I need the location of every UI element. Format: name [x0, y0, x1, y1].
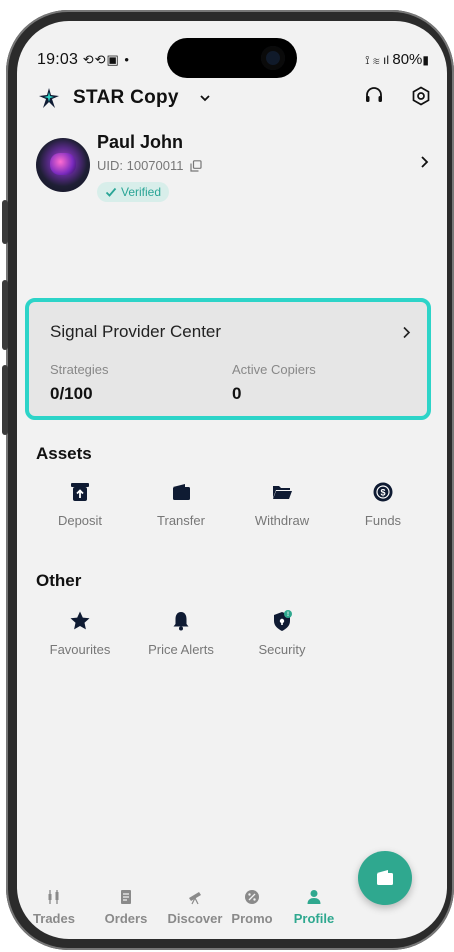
bell-icon — [173, 612, 189, 631]
app-title: STAR Copy — [73, 87, 179, 108]
nav-profile-label: Profile — [293, 911, 335, 926]
nav-trades-label: Trades — [33, 911, 75, 926]
folder-icon — [273, 486, 292, 499]
dynamic-island — [167, 38, 297, 78]
app-switcher[interactable]: STAR Copy — [39, 83, 211, 113]
active-copiers-value: 0 — [232, 384, 242, 403]
strategies-label: Strategies — [50, 362, 109, 377]
camera-icon — [261, 46, 285, 70]
deposit-label: Deposit — [57, 513, 103, 528]
star-logo-icon — [39, 88, 59, 108]
signal-provider-card[interactable]: Signal Provider Center Strategies 0/100 … — [25, 298, 431, 420]
assets-title: Assets — [36, 444, 92, 463]
nav-orders-label: Orders — [104, 911, 148, 926]
status-right: ⟟ ≋ ıl 80%▮ — [365, 51, 429, 68]
side-button — [2, 365, 8, 435]
coin-icon: $ — [373, 482, 393, 502]
notification-icons: ⟲⟲▣ • — [82, 52, 130, 67]
verified-badge: Verified — [97, 182, 170, 202]
chevron-down-icon — [200, 95, 210, 102]
svg-text:!: ! — [287, 612, 289, 618]
withdraw-button[interactable]: Withdraw — [237, 481, 327, 528]
chevron-right-icon — [403, 326, 411, 339]
battery-level: 80% — [392, 51, 423, 68]
chevron-right-icon[interactable] — [419, 155, 429, 169]
side-button — [2, 200, 8, 244]
favourites-button[interactable]: Favourites — [35, 610, 125, 657]
security-button[interactable]: ! Security — [237, 610, 327, 657]
side-button — [2, 280, 8, 350]
transfer-label: Transfer — [157, 513, 205, 528]
wallet-icon — [377, 870, 393, 885]
nav-trades[interactable]: Trades — [19, 889, 89, 926]
withdraw-label: Withdraw — [254, 513, 310, 528]
phone-screen: 19:03 ⟲⟲▣ • ⟟ ≋ ıl 80%▮ STAR Copy Paul J… — [17, 21, 447, 939]
support-headset-icon[interactable] — [363, 85, 385, 107]
profile-name: Paul John — [97, 132, 184, 152]
price-alerts-label: Price Alerts — [148, 642, 214, 657]
nav-orders[interactable]: Orders — [91, 889, 161, 926]
discount-icon — [245, 890, 259, 904]
copy-icon[interactable] — [189, 159, 202, 172]
nav-promo-label: Promo — [231, 911, 273, 926]
deposit-icon — [71, 483, 89, 501]
price-alerts-button[interactable]: Price Alerts — [136, 610, 226, 657]
funds-label: Funds — [364, 513, 402, 528]
battery-icon: ▮ — [422, 53, 429, 67]
user-icon — [307, 890, 321, 904]
signal-provider-title: Signal Provider Center — [50, 322, 222, 341]
profile-uid: UID: 10070011 — [97, 158, 202, 173]
settings-gear-icon[interactable] — [411, 86, 431, 106]
favourites-label: Favourites — [49, 642, 111, 657]
transfer-button[interactable]: Transfer — [136, 481, 226, 528]
telescope-icon — [189, 892, 201, 905]
deposit-button[interactable]: Deposit — [35, 481, 125, 528]
shield-icon: ! — [274, 610, 292, 631]
uid-text: UID: 10070011 — [97, 158, 184, 173]
active-copiers-label: Active Copiers — [232, 362, 316, 377]
wallet-icon — [173, 484, 190, 500]
nav-promo[interactable]: Promo — [217, 889, 287, 926]
document-icon — [121, 890, 131, 904]
signal-icons: ⟟ ≋ ıl — [365, 53, 393, 67]
svg-text:$: $ — [380, 488, 385, 498]
funds-button[interactable]: $ Funds — [338, 481, 428, 528]
check-icon — [105, 187, 117, 197]
star-icon — [70, 611, 90, 630]
security-label: Security — [258, 642, 306, 657]
nav-profile[interactable]: Profile — [279, 889, 349, 926]
candles-icon — [48, 890, 59, 904]
bottom-nav: Trades Orders Discover Promo Profile — [17, 889, 447, 939]
status-time: 19:03 ⟲⟲▣ • — [37, 51, 130, 68]
avatar[interactable] — [36, 138, 90, 192]
strategies-value: 0/100 — [50, 384, 93, 403]
other-title: Other — [36, 571, 82, 590]
verified-label: Verified — [121, 185, 162, 199]
